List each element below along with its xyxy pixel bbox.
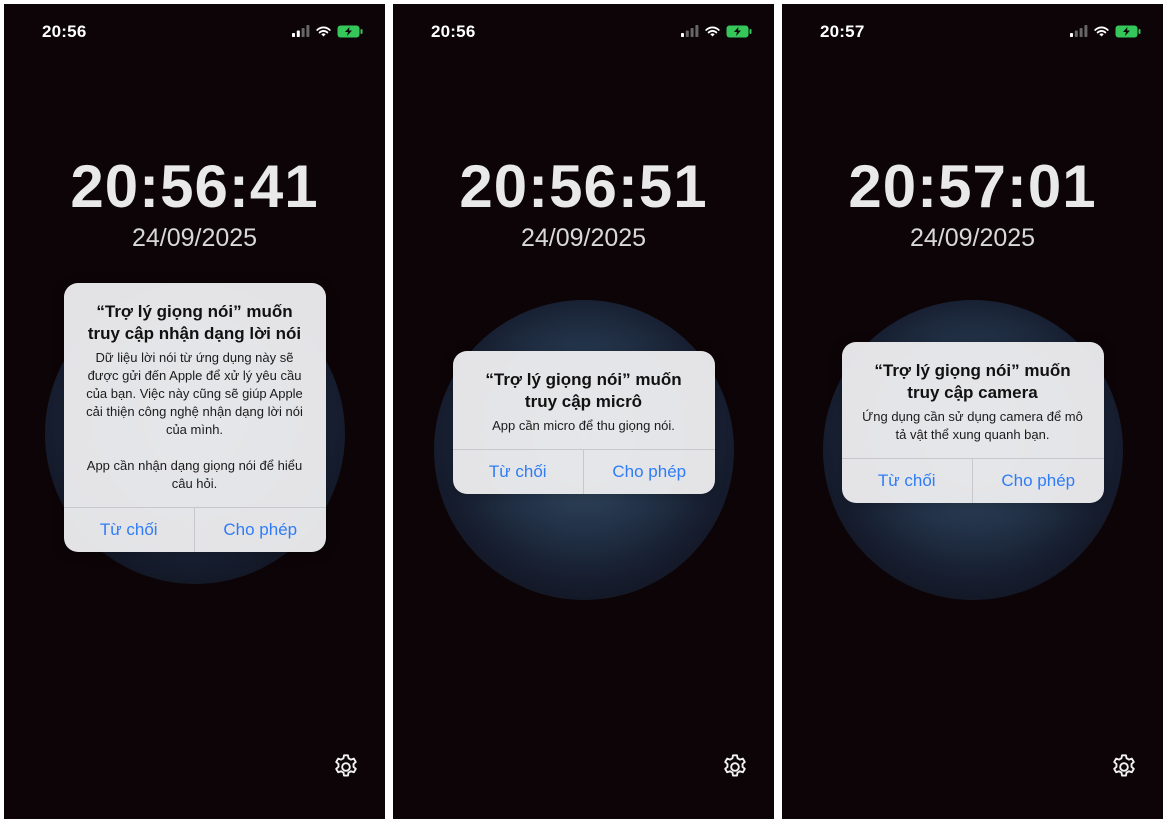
cellular-signal-icon	[292, 25, 310, 37]
status-icons	[1070, 23, 1141, 39]
alert-title: “Trợ lý giọng nói” muốn truy cập camera	[874, 361, 1071, 402]
alert-buttons: Từ chối Cho phép	[841, 458, 1104, 503]
status-bar: 20:56	[393, 4, 774, 52]
permission-alert: “Trợ lý giọng nói” muốn truy cập nhận dạ…	[63, 283, 326, 552]
battery-charging-icon	[337, 25, 363, 37]
gear-icon[interactable]	[332, 753, 360, 781]
status-time: 20:57	[820, 22, 865, 41]
phone-screen-3: 20:57 20:57:01 24/09/2025 “Trợ lý giọng …	[782, 4, 1163, 819]
allow-button[interactable]: Cho phép	[194, 508, 326, 552]
clock-time: 20:56:51	[459, 153, 708, 220]
allow-button[interactable]: Cho phép	[972, 459, 1104, 503]
deny-button[interactable]: Từ chối	[64, 508, 195, 552]
deny-button[interactable]: Từ chối	[453, 450, 584, 494]
status-icons	[292, 23, 363, 39]
alert-message: Ứng dụng cần sử dụng camera để mô tả vật…	[862, 409, 1083, 442]
alert-message: Dữ liệu lời nói từ ứng dụng này sẽ được …	[86, 350, 303, 491]
status-time: 20:56	[431, 22, 476, 41]
status-icons	[681, 23, 752, 39]
alert-title: “Trợ lý giọng nói” muốn truy cập nhận dạ…	[87, 302, 302, 343]
cellular-signal-icon	[681, 25, 699, 37]
wifi-icon	[705, 26, 720, 37]
permission-alert: “Trợ lý giọng nói” muốn truy cập micrô A…	[452, 351, 715, 494]
battery-charging-icon	[726, 25, 752, 37]
clock-time: 20:57:01	[848, 153, 1097, 220]
deny-button[interactable]: Từ chối	[842, 459, 973, 503]
status-bar: 20:56	[4, 4, 385, 52]
gear-icon[interactable]	[721, 753, 749, 781]
allow-button[interactable]: Cho phép	[583, 450, 715, 494]
clock-date: 24/09/2025	[520, 224, 647, 252]
alert-title: “Trợ lý giọng nói” muốn truy cập micrô	[485, 370, 682, 411]
wifi-icon	[316, 26, 331, 37]
permission-alert: “Trợ lý giọng nói” muốn truy cập camera …	[841, 342, 1104, 503]
phone-screen-1: 20:56 20:56:41 24/09/2025 “Trợ lý giọng …	[4, 4, 385, 819]
wifi-icon	[1094, 26, 1109, 37]
clock-date: 24/09/2025	[131, 224, 258, 252]
alert-message: App cần micro để thu giọng nói.	[492, 418, 675, 433]
alert-body: “Trợ lý giọng nói” muốn truy cập micrô A…	[453, 351, 715, 449]
battery-charging-icon	[1115, 25, 1141, 37]
clock-time: 20:56:41	[70, 153, 319, 220]
alert-body: “Trợ lý giọng nói” muốn truy cập camera …	[842, 342, 1104, 458]
alert-buttons: Từ chối Cho phép	[452, 449, 715, 494]
phone-screen-2: 20:56 20:56:51 24/09/2025 “Trợ lý giọng …	[393, 4, 774, 819]
alert-buttons: Từ chối Cho phép	[63, 507, 326, 552]
alert-body: “Trợ lý giọng nói” muốn truy cập nhận dạ…	[64, 283, 326, 507]
cellular-signal-icon	[1070, 25, 1088, 37]
status-time: 20:56	[42, 22, 87, 41]
clock-date: 24/09/2025	[909, 224, 1036, 252]
status-bar: 20:57	[782, 4, 1163, 52]
gear-icon[interactable]	[1110, 753, 1138, 781]
